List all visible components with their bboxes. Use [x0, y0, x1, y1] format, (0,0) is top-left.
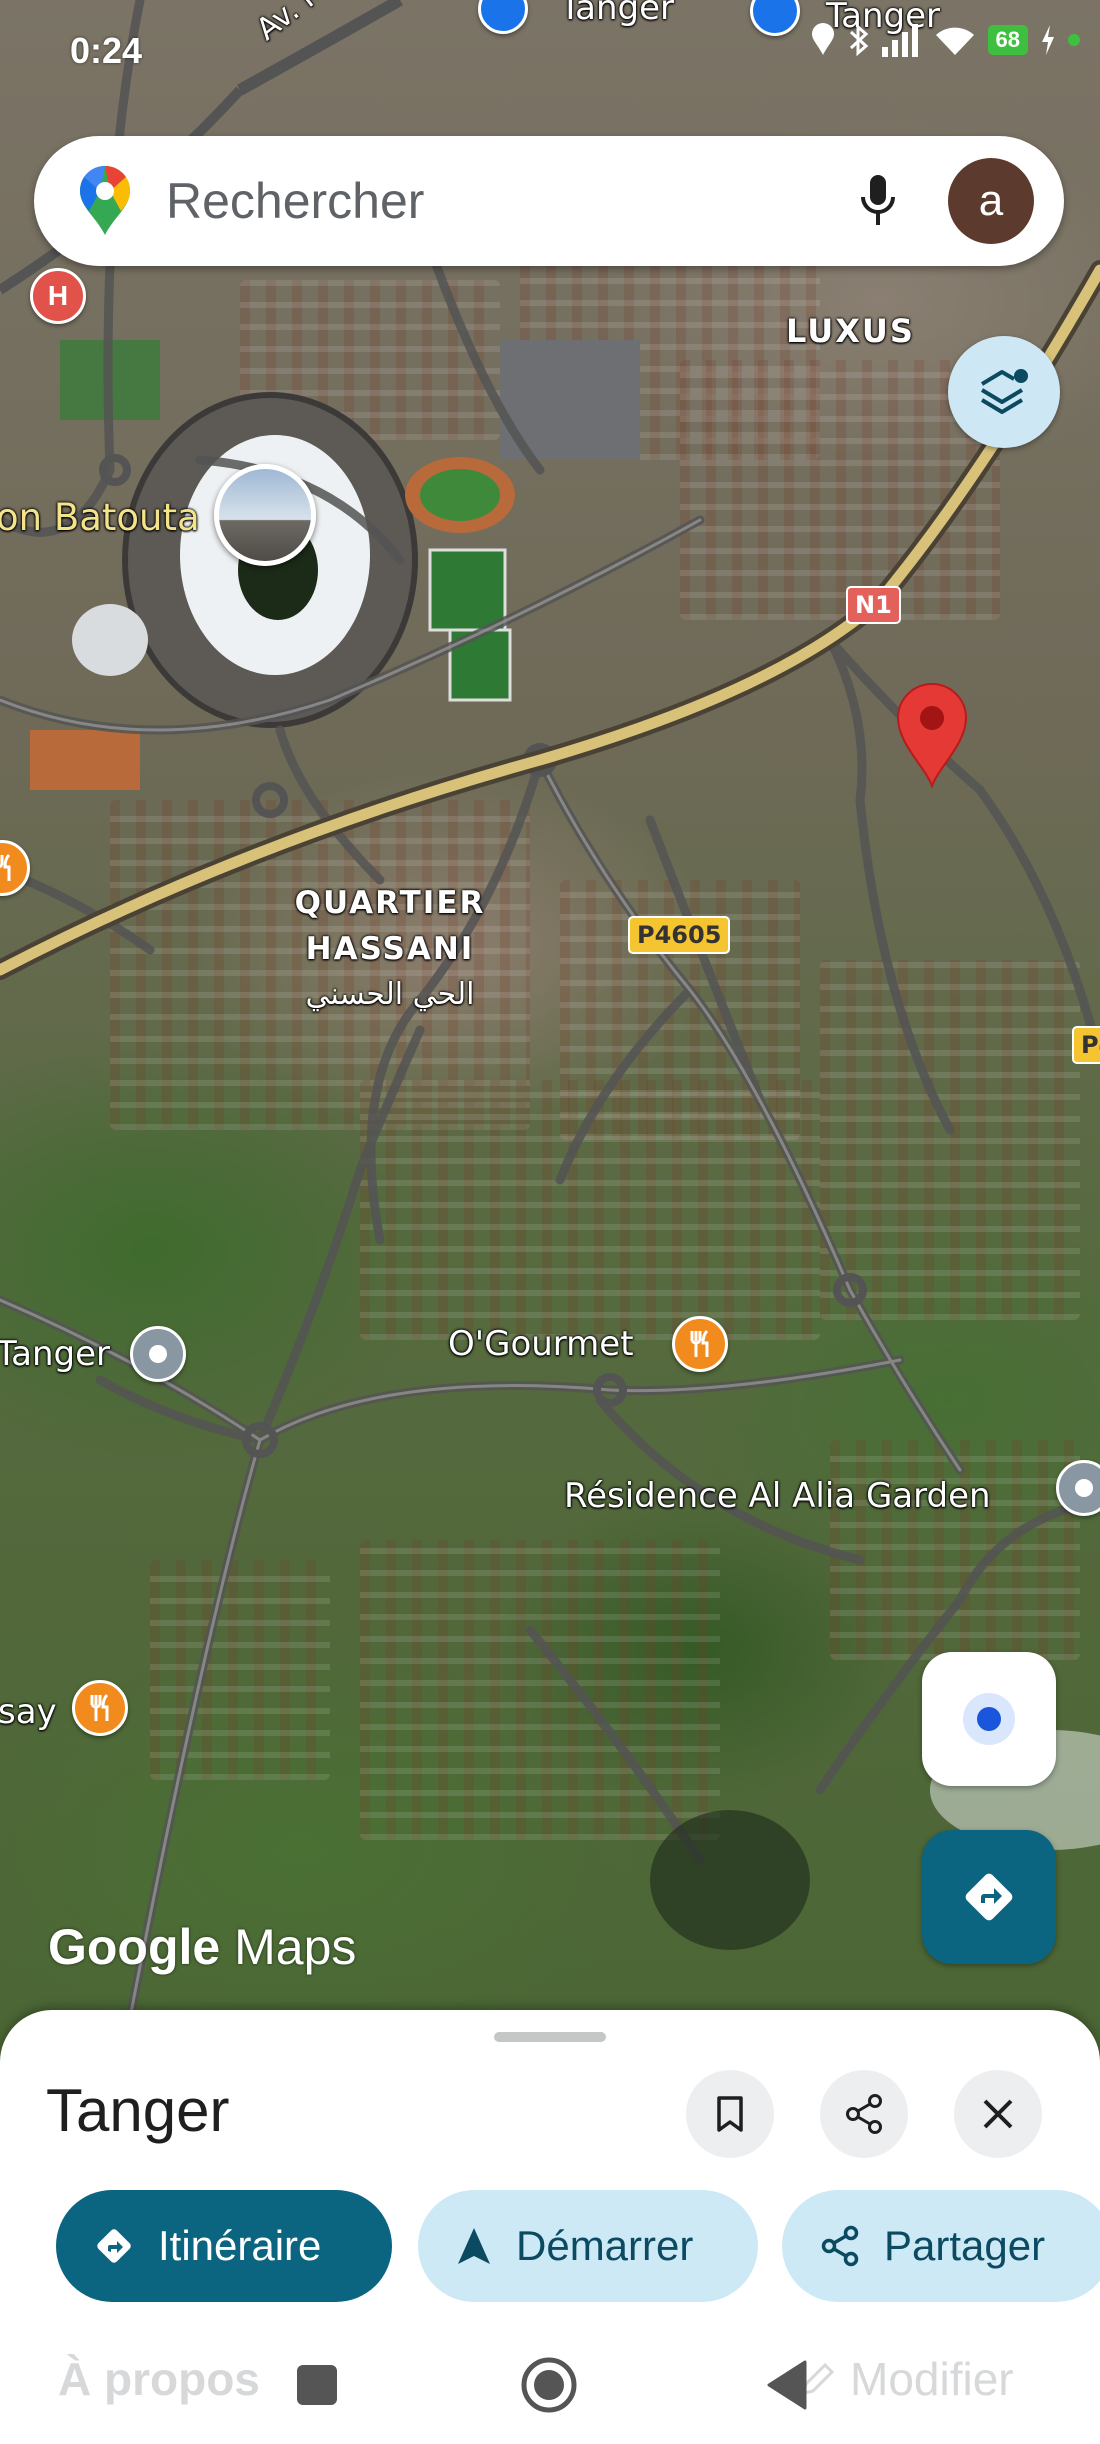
district-label: QUARTIER HASSANI الحي الحسني	[280, 880, 500, 1018]
wifi-icon	[935, 27, 974, 55]
directions-fab[interactable]	[922, 1830, 1056, 1964]
location-status-icon	[811, 23, 834, 55]
district-label-line1: QUARTIER	[294, 885, 486, 921]
directions-icon	[94, 2226, 134, 2266]
place-label-residence: Résidence Al Alia Garden	[564, 1476, 991, 1516]
directions-chip-label: Itinéraire	[158, 2222, 322, 2269]
back-button[interactable]	[752, 2350, 822, 2420]
restaurant-icon[interactable]	[72, 1680, 128, 1736]
search-bar[interactable]: Rechercher a	[34, 136, 1064, 266]
close-button[interactable]	[954, 2070, 1042, 2158]
my-location-button[interactable]	[922, 1652, 1056, 1786]
save-button[interactable]	[686, 2070, 774, 2158]
place-label-tanger: Tanger	[0, 1334, 111, 1374]
screen: Av. Moulay Tanger Tanger H LUXUS on Bato…	[0, 0, 1100, 2444]
destination-pin-icon[interactable]	[892, 678, 972, 788]
directions-icon	[965, 1873, 1013, 1921]
photo-marker[interactable]	[214, 464, 316, 566]
district-label-line2: HASSANI	[305, 931, 475, 967]
bluetooth-icon	[849, 23, 868, 57]
my-location-icon	[963, 1693, 1015, 1745]
place-title: Tanger	[46, 2077, 230, 2144]
road-shield-p-edge: P4	[1072, 1026, 1100, 1064]
place-label-luxus: LUXUS	[786, 312, 915, 350]
wordmark-google: Google	[48, 1919, 221, 1975]
notification-dot-icon	[1068, 34, 1080, 46]
share-button[interactable]	[820, 2070, 908, 2158]
account-avatar[interactable]: a	[948, 158, 1034, 244]
restaurant-icon[interactable]	[672, 1316, 728, 1372]
district-label-arabic: الحي الحسني	[305, 977, 475, 1012]
system-navigation-bar	[0, 2326, 1100, 2444]
place-label-ogourmet: O'Gourmet	[448, 1324, 634, 1364]
recents-button[interactable]	[282, 2350, 352, 2420]
share-icon	[846, 2094, 882, 2134]
charging-icon	[1042, 25, 1054, 55]
status-time: 0:24	[70, 30, 143, 71]
share-icon	[820, 2225, 860, 2267]
wordmark-maps: Maps	[234, 1919, 357, 1975]
search-input[interactable]: Rechercher	[166, 172, 848, 230]
battery-indicator: 68	[987, 25, 1028, 55]
google-maps-wordmark: Google Maps	[48, 1918, 356, 1976]
directions-chip-button[interactable]: Itinéraire	[56, 2190, 392, 2302]
road-shield-n1: N1	[846, 586, 901, 624]
drag-handle[interactable]	[494, 2032, 606, 2042]
signal-icon	[881, 24, 918, 57]
home-button[interactable]	[514, 2350, 584, 2420]
status-icons: 68	[810, 22, 1080, 58]
mic-button[interactable]	[848, 171, 908, 231]
navigation-arrow-icon	[456, 2226, 492, 2266]
bookmark-icon	[717, 2096, 743, 2132]
layers-button[interactable]	[948, 336, 1060, 448]
share-chip-button[interactable]: Partager	[782, 2190, 1100, 2302]
hospital-icon[interactable]: H	[30, 268, 86, 324]
close-icon	[983, 2099, 1013, 2129]
back-triangle-icon	[767, 2360, 807, 2410]
share-chip-label: Partager	[884, 2222, 1046, 2269]
status-bar: 0:24 68	[0, 0, 1100, 90]
google-maps-logo-icon	[79, 165, 131, 235]
recents-square-icon	[297, 2365, 337, 2405]
start-chip-button[interactable]: Démarrer	[418, 2190, 758, 2302]
place-pin-icon[interactable]	[130, 1326, 186, 1382]
home-circle-icon	[521, 2357, 577, 2413]
layers-icon	[980, 369, 1028, 414]
place-label-say: say	[0, 1692, 57, 1732]
hospital-letter: H	[47, 280, 69, 311]
start-chip-label: Démarrer	[516, 2222, 694, 2269]
road-shield-p4605: P4605	[628, 916, 731, 954]
place-label-ibn-batouta: on Batouta	[0, 496, 200, 539]
mic-icon	[861, 175, 895, 225]
